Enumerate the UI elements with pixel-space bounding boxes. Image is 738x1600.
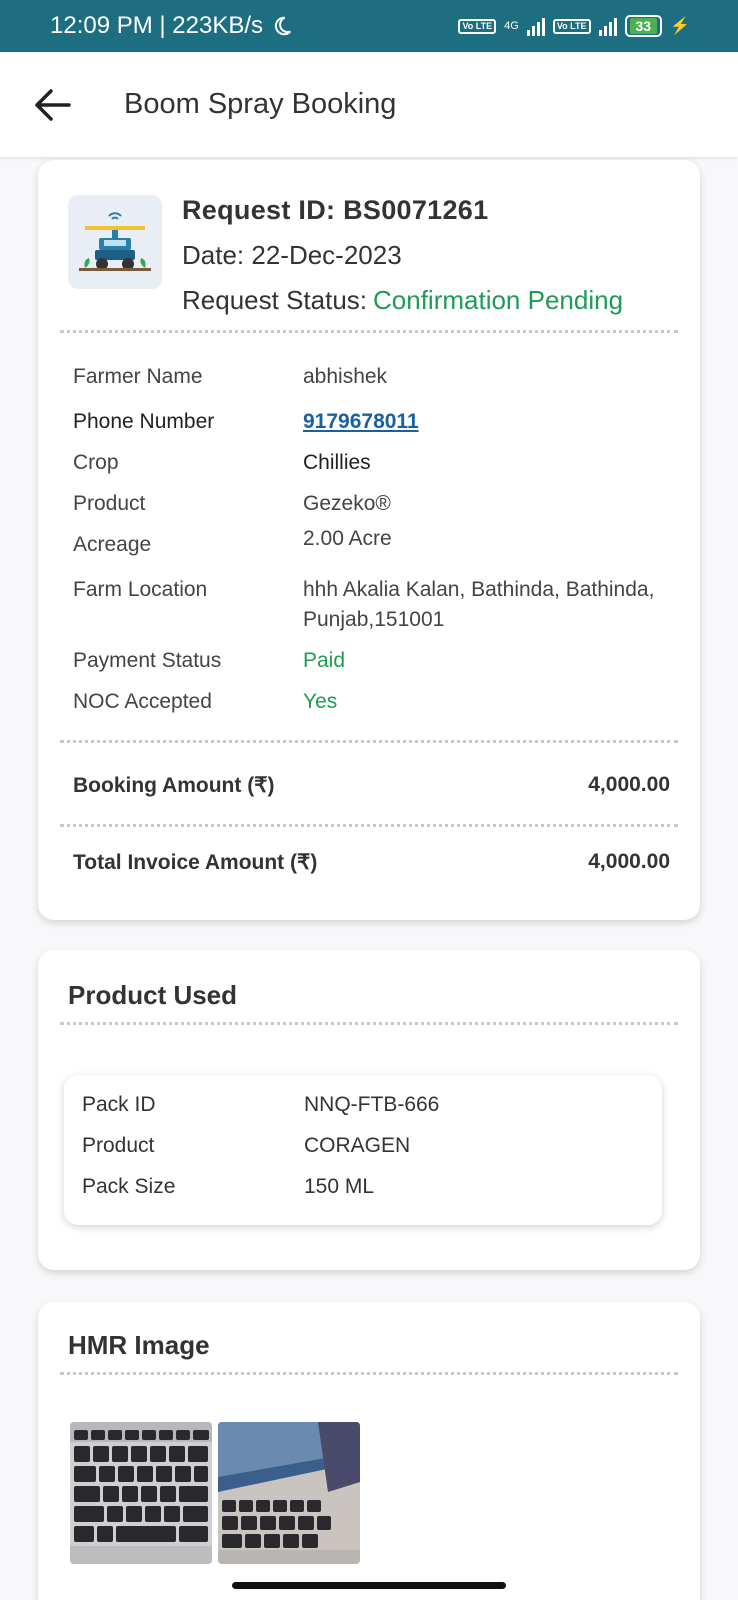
signal-icon-2 [598,16,617,36]
farm-location-line1: hhh Akalia Kalan, Bathinda, Bathinda, [303,578,655,601]
back-arrow-icon [35,88,71,121]
payment-status-label: Payment Status [73,649,222,672]
hmr-image-thumbnail[interactable] [70,1422,212,1564]
pack-size-label: Pack Size [82,1175,176,1198]
pack-product-label: Product [82,1134,155,1157]
acreage-value: 2.00 Acre [303,527,392,550]
moon-icon [274,16,292,36]
volte-icon: Vo LTE [458,18,497,34]
crop-label: Crop [73,451,119,474]
product-used-card: Product Used Pack ID NNQ-FTB-666 Product… [38,950,700,1270]
farmer-name-label: Farmer Name [73,365,203,388]
payment-status-value: Paid [303,649,346,672]
product-value: Gezeko® [303,492,391,515]
request-status: Request Status: Confirmation Pending [182,285,623,316]
signal-icon [526,16,545,36]
hmr-image-thumbnail[interactable] [218,1422,360,1564]
phone-number-link[interactable]: 9179678011 [303,410,419,434]
farmer-name-value: abhishek [303,365,388,388]
booking-header-text: Request ID: BS0071261 Date: 22-Dec-2023 … [182,195,623,316]
noc-accepted-value: Yes [303,690,338,713]
booking-header: Request ID: BS0071261 Date: 22-Dec-2023 … [68,195,623,316]
status-left: 12:09 PM | 223KB/s [50,12,293,40]
status-bar: 12:09 PM | 223KB/s Vo LTE 4G Vo LTE 33 ⚡ [0,0,738,52]
booking-card: Request ID: BS0071261 Date: 22-Dec-2023 … [38,160,700,920]
farm-location-label: Farm Location [73,578,208,601]
divider [60,824,678,827]
page-title: Boom Spray Booking [124,88,397,120]
booking-amount-value: 4,000.00 [588,773,670,796]
total-invoice-value: 4,000.00 [588,850,670,873]
hmr-image-card: HMR Image [38,1302,700,1600]
booking-amount-label: Booking Amount (₹) [73,774,275,797]
network-type: 4G [504,20,519,32]
pack-id-value: NNQ-FTB-666 [304,1093,440,1116]
product-label: Product [73,492,146,515]
divider [60,330,678,333]
request-status-value: Confirmation Pending [373,285,624,315]
divider [60,1372,678,1375]
app-bar: Boom Spray Booking [0,52,738,157]
request-date: Date: 22-Dec-2023 [182,240,402,270]
home-indicator[interactable] [232,1582,506,1589]
divider [60,740,678,743]
pack-details-card: Pack ID NNQ-FTB-666 Product CORAGEN Pack… [64,1075,662,1225]
phone-number-label: Phone Number [73,410,215,433]
status-right: Vo LTE 4G Vo LTE 33 ⚡ [458,15,690,37]
boom-spray-icon [68,195,162,289]
status-time-speed: 12:09 PM | 223KB/s [50,12,264,39]
pack-size-value: 150 ML [304,1175,375,1198]
divider [60,1022,678,1025]
charging-icon: ⚡ [670,18,690,35]
back-button[interactable] [22,75,82,135]
battery-level: 33 [629,18,658,34]
pack-id-label: Pack ID [82,1093,156,1116]
noc-accepted-label: NOC Accepted [73,690,212,713]
pack-product-value: CORAGEN [304,1134,411,1157]
volte-icon-2: Vo LTE [552,18,591,34]
total-invoice-label: Total Invoice Amount (₹) [73,851,318,874]
product-used-title: Product Used [68,980,238,1010]
farm-location-line2: Punjab,151001 [303,608,445,631]
battery-icon: 33 [624,15,663,37]
request-id: Request ID: BS0071261 [182,195,489,225]
hmr-image-title: HMR Image [68,1330,210,1360]
acreage-label: Acreage [73,533,152,556]
request-status-label: Request Status: [182,285,367,315]
crop-value: Chillies [303,451,371,474]
